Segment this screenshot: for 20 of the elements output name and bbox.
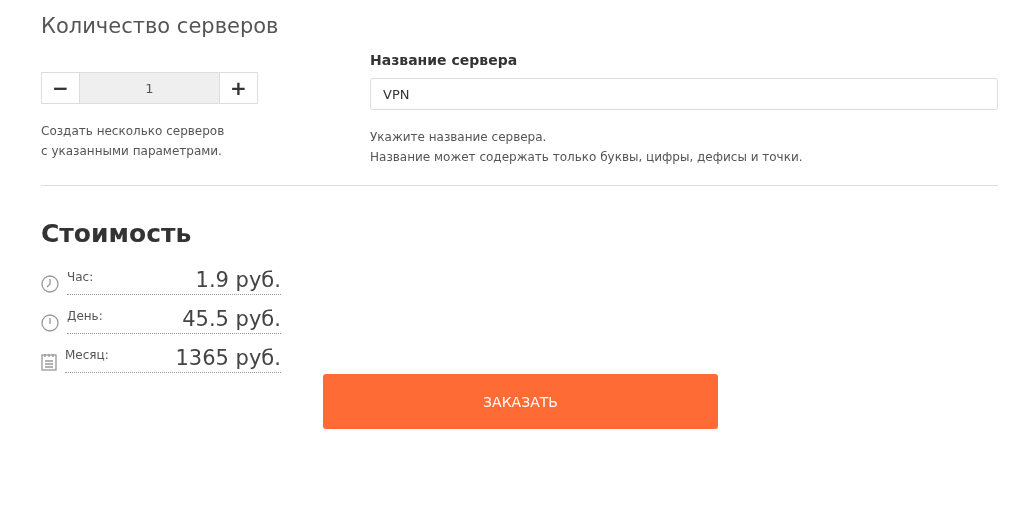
count-field[interactable]: 1 xyxy=(80,72,219,104)
clock-icon xyxy=(41,314,59,332)
cost-title: Стоимость xyxy=(41,219,193,248)
hint-text: Название может содержать только буквы, цифры, дефисы и точки. xyxy=(370,149,804,166)
calendar-icon xyxy=(41,353,57,371)
price-value: 45.5 руб. xyxy=(182,307,281,331)
period-label: Месяц: xyxy=(65,348,109,362)
price-value: 1.9 руб. xyxy=(195,268,281,292)
server-name-field[interactable]: VPN xyxy=(370,78,998,110)
hint-text: Укажите название сервера. xyxy=(370,129,548,146)
section-title: Количество серверов xyxy=(41,14,280,40)
period-label: Час: xyxy=(67,270,94,284)
period-label: День: xyxy=(67,309,103,323)
hint-text: с указанными параметрами. xyxy=(41,143,223,160)
field-label: Название сервера xyxy=(370,51,519,70)
hint-text: Создать несколько серверов xyxy=(41,123,226,140)
increment-button[interactable]: + xyxy=(219,72,258,104)
clock-icon xyxy=(41,275,59,293)
price-value: 1365 руб. xyxy=(175,346,281,370)
decrement-button[interactable]: − xyxy=(41,72,80,104)
